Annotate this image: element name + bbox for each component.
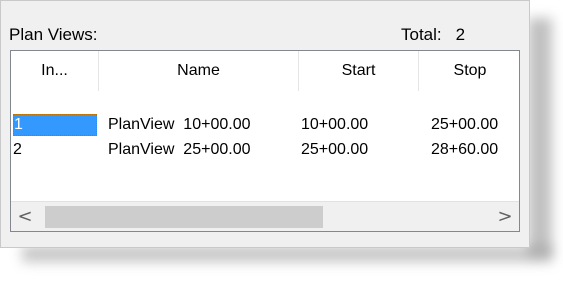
row-index: 1	[13, 114, 97, 136]
row-name: PlanView 25+00.00	[108, 141, 251, 158]
window-shadow-bottom	[22, 246, 552, 262]
scroll-left-arrow-icon[interactable]: <	[11, 202, 39, 231]
column-header-index[interactable]: In...	[11, 51, 99, 91]
total-count: 2	[455, 25, 466, 44]
column-header: In... Name Start Stop	[11, 51, 519, 91]
table-row[interactable]: 1 PlanView 10+00.00 10+00.00 25+00.00	[11, 113, 519, 137]
column-header-stop[interactable]: Stop	[419, 51, 519, 91]
row-stop: 28+60.00	[431, 141, 499, 158]
row-index-cell: 1	[13, 113, 99, 137]
total-label: Total:	[401, 25, 442, 44]
row-start: 25+00.00	[301, 141, 369, 158]
scrollbar-thumb[interactable]	[45, 206, 323, 228]
row-start: 10+00.00	[301, 116, 369, 133]
column-header-start[interactable]: Start	[299, 51, 419, 91]
window-shadow	[528, 18, 552, 256]
column-header-name[interactable]: Name	[99, 51, 299, 91]
horizontal-scrollbar[interactable]: < >	[11, 201, 519, 231]
row-stop: 25+00.00	[431, 116, 499, 133]
table-row[interactable]: 2 PlanView 25+00.00 25+00.00 28+60.00	[11, 138, 519, 162]
plan-views-panel: Plan Views: Total: 2 In... Name Start Sto…	[0, 0, 530, 248]
scroll-right-arrow-icon[interactable]: >	[491, 202, 519, 231]
row-index: 2	[13, 141, 22, 158]
total-label-group: Total: 2	[401, 25, 465, 45]
plan-views-list[interactable]: In... Name Start Stop 1 PlanView 10+00.0…	[10, 50, 520, 232]
row-name: PlanView 10+00.00	[108, 116, 251, 133]
plan-views-label: Plan Views:	[9, 25, 98, 44]
